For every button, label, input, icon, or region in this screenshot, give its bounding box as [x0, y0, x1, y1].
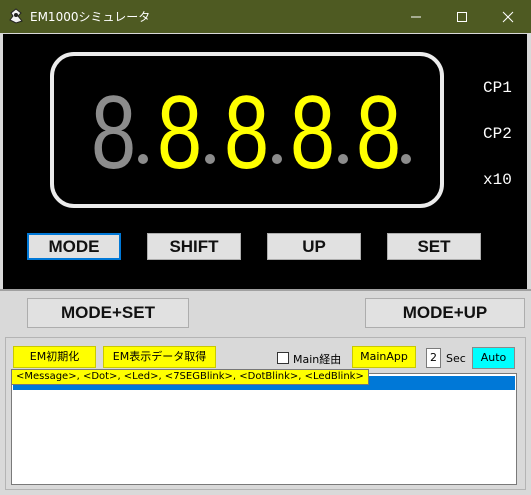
panel-divider	[0, 289, 531, 291]
auto-button[interactable]: Auto	[472, 347, 515, 369]
digit-1: 8	[91, 75, 137, 191]
maximize-icon	[457, 12, 467, 22]
digit-2-dot	[205, 154, 215, 164]
em-init-button[interactable]: EM初期化	[13, 346, 96, 368]
digit-5-dot	[401, 154, 411, 164]
mainapp-button[interactable]: MainApp	[352, 346, 416, 368]
main-route-checkbox[interactable]	[277, 352, 289, 364]
close-button[interactable]	[485, 0, 531, 33]
window-title: EM1000シミュレータ	[30, 10, 151, 24]
up-button[interactable]: UP	[267, 233, 361, 260]
display-panel: 8 8 8 8 8 CP1 CP2 x10 MODE SHIFT UP SET	[3, 34, 527, 289]
digit-4-dot	[338, 154, 348, 164]
seconds-input[interactable]: 2	[426, 348, 441, 368]
minimize-icon	[411, 16, 421, 18]
digit-3: 8	[224, 75, 270, 191]
indicator-cp1: CP1	[483, 79, 512, 97]
close-icon	[502, 11, 514, 23]
simulator-window: EM1000シミュレータ 8 8 8 8 8 CP1 CP2 x10 MODE …	[0, 0, 531, 495]
em-fetch-display-button[interactable]: EM表示データ取得	[103, 346, 216, 368]
mode-up-button[interactable]: MODE+UP	[365, 298, 525, 328]
title-bar[interactable]: EM1000シミュレータ	[0, 0, 531, 33]
digit-3-dot	[272, 154, 282, 164]
app-icon	[9, 8, 23, 24]
indicator-x10: x10	[483, 171, 512, 189]
seconds-label: Sec	[446, 352, 466, 365]
set-button[interactable]: SET	[387, 233, 481, 260]
mode-button[interactable]: MODE	[27, 233, 121, 260]
indicator-cp2: CP2	[483, 125, 512, 143]
digit-2: 8	[157, 75, 203, 191]
mode-set-button[interactable]: MODE+SET	[27, 298, 189, 328]
log-list[interactable]	[11, 373, 517, 485]
main-route-label: Main経由	[293, 353, 342, 366]
digit-5: 8	[356, 75, 402, 191]
digit-4: 8	[290, 75, 336, 191]
minimize-button[interactable]	[393, 0, 439, 33]
shift-button[interactable]: SHIFT	[147, 233, 241, 260]
digit-1-dot	[138, 154, 148, 164]
maximize-button[interactable]	[439, 0, 485, 33]
format-tooltip: <Message>, <Dot>, <Led>, <7SEGBlink>, <D…	[11, 369, 369, 385]
